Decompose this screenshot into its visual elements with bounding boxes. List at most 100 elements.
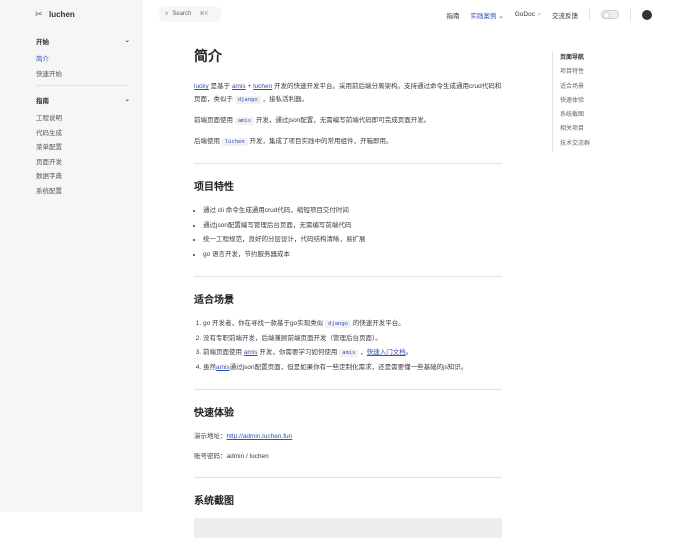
- list-item: 统一工程规范，良好的分层设计，代码结构清晰，易扩展: [203, 233, 502, 248]
- quickstart-doc-link[interactable]: 快速入门文档: [367, 349, 406, 356]
- text: 。: [405, 349, 413, 356]
- toc-title: 页面导航: [560, 55, 585, 61]
- text: 前端页面使用: [194, 117, 235, 124]
- sidebar-item[interactable]: 菜单配置: [36, 141, 130, 156]
- amis-link[interactable]: amis: [216, 364, 230, 371]
- sidebar-item-quickstart[interactable]: 快速开始: [36, 68, 130, 83]
- amis-link[interactable]: amis: [232, 83, 246, 90]
- group-title-text: 开始: [36, 39, 49, 46]
- section-features: 项目特性: [194, 182, 234, 193]
- toc: 页面导航 项目特性 适合场景 快速体验 系统截图 相关项目 技术交流群: [552, 52, 590, 153]
- amis-link[interactable]: amis: [244, 349, 258, 356]
- text: 通过json配置页面，但是如果你有一些定制化需求，还是需要懂一些基础的js知识。: [229, 363, 468, 371]
- logo-icon: ✂: [35, 9, 43, 19]
- group-title[interactable]: 开始 ⌄: [36, 36, 130, 46]
- frontend-paragraph: 前端页面使用 amis 开发，通过json配置，无需编写前端代码即可完成页面开发…: [194, 114, 502, 128]
- topbar: ⌕ Search ⌘K 指南 实践案例 ⌄ GoDoc ↗ 交流反馈: [143, 0, 688, 29]
- toc-item[interactable]: 项目特性: [560, 66, 590, 80]
- code: amis: [234, 117, 255, 125]
- text: 是基于: [208, 83, 232, 90]
- features-list: 通过 cli 命令生成通用crud代码，缩短项目交付时间 通过json配置编写管…: [194, 204, 502, 262]
- toc-item[interactable]: 快速体验: [560, 95, 590, 109]
- text: 前端页面使用: [203, 349, 244, 356]
- code: luchen: [221, 138, 248, 146]
- section-scenarios: 适合场景: [194, 295, 234, 306]
- sidebar-item[interactable]: 工程说明: [36, 112, 130, 127]
- sidebar-group-start: 开始 ⌄ 简介 快速开始: [36, 36, 130, 82]
- text: go 开发者，你在寻找一款基于go实现类似: [203, 320, 326, 327]
- chevron-down-icon: ⌄: [498, 12, 504, 20]
- backend-paragraph: 后端使用 luchen 开发，集成了项目实践中的常用组件，开箱即用。: [194, 135, 502, 149]
- text: +: [245, 83, 254, 90]
- chevron-down-icon: ⌄: [124, 96, 130, 103]
- intro-paragraph: lucky 是基于 amis + luchen 开发的快速开发平台。采用前后端分…: [194, 80, 502, 107]
- list-item: 通过json配置编写管理后台页面，无需编写前端代码: [203, 219, 502, 234]
- divider: [194, 276, 502, 277]
- text: 开发，你需要学习如何使用: [257, 349, 340, 356]
- text: ，接私活利器。: [260, 96, 308, 103]
- demo-account: 账号密码：admin / luchen: [194, 453, 269, 460]
- toc-item[interactable]: 相关项目: [560, 123, 590, 137]
- nav-feedback[interactable]: 交流反馈: [552, 10, 578, 20]
- section-screenshots: 系统截图: [194, 496, 234, 507]
- text: ，: [358, 349, 367, 356]
- text: 后端使用: [194, 138, 222, 145]
- text: 的快速开发平台。: [350, 320, 405, 327]
- demo-link[interactable]: http://admin.luchen.fun: [227, 433, 293, 440]
- nav-practice-label: 实践案例: [470, 12, 497, 20]
- nav-godoc[interactable]: GoDoc ↗: [515, 11, 541, 18]
- divider: [194, 389, 502, 390]
- list-item: 虽然amis通过json配置页面，但是如果你有一些定制化需求，还是需要懂一些基础…: [203, 361, 502, 376]
- logo[interactable]: ✂ luchen: [35, 9, 75, 19]
- nav-practice[interactable]: 实践案例 ⌄: [470, 10, 503, 20]
- logo-text: luchen: [49, 9, 75, 19]
- code: django: [325, 320, 351, 328]
- list-item: 通过 cli 命令生成通用crud代码，缩短项目交付时间: [203, 204, 502, 219]
- sidebar-item-intro[interactable]: 简介: [36, 53, 130, 68]
- nav-guide[interactable]: 指南: [446, 10, 459, 20]
- toc-item[interactable]: 适合场景: [560, 81, 590, 95]
- divider: [36, 85, 130, 86]
- code: amis: [339, 349, 359, 357]
- text: 演示地址：: [194, 433, 227, 440]
- page-title: 简介: [194, 48, 222, 64]
- list-item: 没有专职前端开发，后端兼顾前端页面开发（管理后台页面）。: [203, 332, 502, 347]
- demo-address: 演示地址：http://admin.luchen.fun: [194, 430, 502, 443]
- sidebar-item[interactable]: 代码生成: [36, 127, 130, 142]
- sidebar: ✂ luchen 开始 ⌄ 简介 快速开始 指南 ⌄ 工程说明 代码生成 菜单配置 页…: [0, 0, 143, 512]
- list-item: go 开发者，你在寻找一款基于go实现类似 django 的快速开发平台。: [203, 317, 502, 332]
- search-icon: ⌕: [165, 10, 169, 17]
- sidebar-item[interactable]: 页面开发: [36, 156, 130, 171]
- luchen-link[interactable]: luchen: [253, 83, 272, 90]
- sidebar-item[interactable]: 数据字典: [36, 170, 130, 185]
- top-nav: 指南 实践案例 ⌄ GoDoc ↗ 交流反馈: [446, 0, 652, 29]
- code: django: [234, 96, 261, 104]
- group-title-text: 指南: [36, 98, 49, 105]
- group-title[interactable]: 指南 ⌄: [36, 95, 130, 105]
- main-content: 简介 lucky 是基于 amis + luchen 开发的快速开发平台。采用前…: [194, 46, 502, 538]
- search-label: Search: [172, 11, 192, 17]
- toc-item[interactable]: 技术交流群: [560, 138, 590, 152]
- divider: [630, 8, 631, 21]
- scenarios-list: go 开发者，你在寻找一款基于go实现类似 django 的快速开发平台。 没有…: [194, 317, 502, 375]
- sidebar-group-guide: 指南 ⌄ 工程说明 代码生成 菜单配置 页面开发 数据字典 系统配置: [36, 95, 130, 199]
- text: 开发，集成了项目实践中的常用组件，开箱即用。: [247, 138, 393, 145]
- sidebar-item[interactable]: 系统配置: [36, 185, 130, 200]
- section-demo: 快速体验: [194, 408, 234, 419]
- nav-godoc-label: GoDoc: [514, 11, 535, 18]
- list-item: go 语言开发，节约服务器成本: [203, 248, 502, 263]
- theme-toggle[interactable]: [601, 10, 619, 19]
- text: 虽然: [203, 363, 216, 371]
- search-shortcut: ⌘K: [199, 11, 209, 17]
- external-link-icon: ↗: [536, 12, 541, 18]
- search-button[interactable]: ⌕ Search ⌘K: [159, 6, 221, 22]
- toc-item[interactable]: 系统截图: [560, 109, 590, 123]
- text: 开发，通过json配置，无需编写前端代码即可完成页面开发。: [254, 117, 431, 124]
- lucky-link[interactable]: lucky: [194, 83, 209, 90]
- github-icon[interactable]: [642, 9, 652, 20]
- list-item: 前端页面使用 amis 开发，你需要学习如何使用 amis ，快速入门文档。: [203, 346, 502, 361]
- divider: [194, 477, 502, 478]
- divider: [589, 8, 590, 21]
- screenshot-image: [194, 518, 502, 538]
- chevron-down-icon: ⌄: [124, 37, 130, 44]
